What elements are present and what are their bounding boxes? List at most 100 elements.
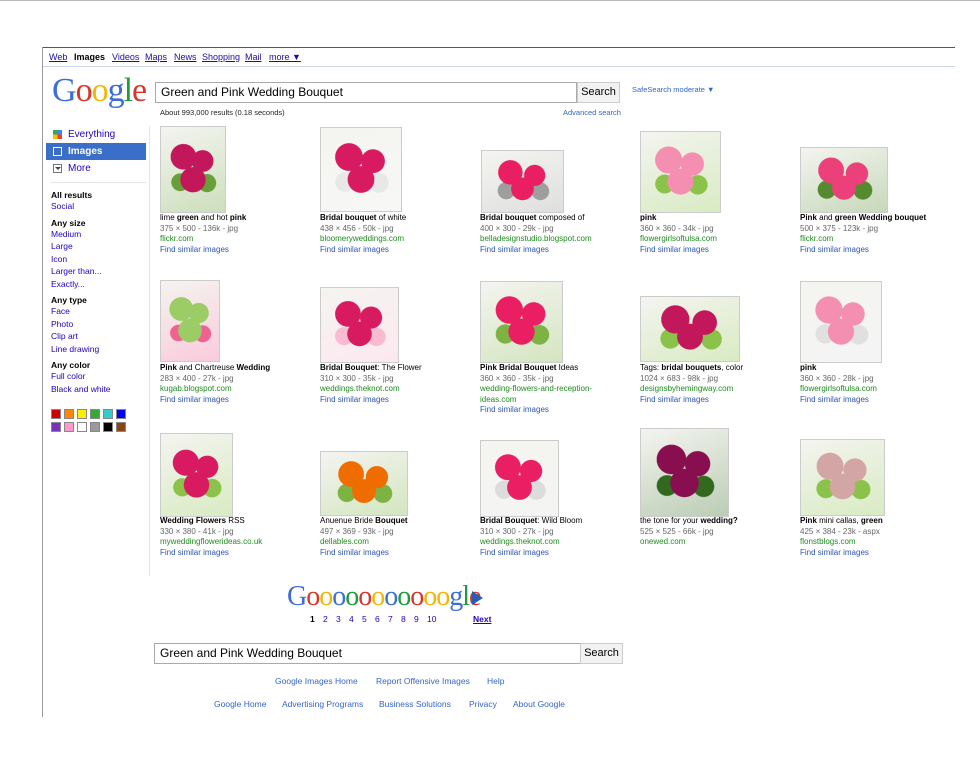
page-link[interactable]: 5	[362, 614, 367, 624]
result-site-continued[interactable]: ideas.com	[480, 395, 630, 406]
result-title[interactable]: Bridal Bouquet: The Flower	[320, 363, 470, 374]
result-thumbnail[interactable]	[320, 287, 399, 363]
color-swatch[interactable]	[90, 422, 100, 432]
result-thumbnail[interactable]	[320, 451, 408, 516]
result-title[interactable]: Bridal bouquet composed of	[480, 213, 630, 224]
search-button[interactable]: Search	[577, 82, 620, 103]
result-title[interactable]: Wedding Flowers RSS	[160, 516, 310, 527]
footer-about[interactable]: About Google	[513, 699, 565, 709]
result-thumbnail[interactable]	[481, 150, 564, 213]
result-title[interactable]: Pink mini callas, green	[800, 516, 950, 527]
filter-type-clip-art[interactable]: Clip art	[51, 330, 151, 343]
page-link[interactable]: 7	[388, 614, 393, 624]
color-swatch[interactable]	[103, 409, 113, 419]
filter-size-exactly[interactable]: Exactly...	[51, 278, 151, 291]
result-thumbnail[interactable]	[640, 131, 721, 213]
result-site[interactable]: bloomeryweddings.com	[320, 234, 470, 245]
bottom-search-input[interactable]: Green and Pink Wedding Bouquet	[154, 643, 581, 664]
page-link[interactable]: 8	[401, 614, 406, 624]
find-similar-link[interactable]: Find similar images	[480, 548, 630, 559]
google-logo[interactable]: Google	[52, 74, 147, 108]
color-swatch[interactable]	[77, 422, 87, 432]
color-swatch[interactable]	[116, 422, 126, 432]
result-site[interactable]: belladesignstudio.blogspot.com	[480, 234, 630, 245]
result-thumbnail[interactable]	[480, 440, 559, 517]
result-title[interactable]: Pink and Chartreuse Wedding	[160, 363, 310, 374]
page-link[interactable]: 10	[427, 614, 436, 624]
find-similar-link[interactable]: Find similar images	[800, 395, 950, 406]
footer-google-home[interactable]: Google Home	[214, 699, 266, 709]
result-site[interactable]: weddings.theknot.com	[320, 384, 470, 395]
result-site[interactable]: flowergirlsoftulsa.com	[640, 234, 790, 245]
result-thumbnail[interactable]	[640, 428, 729, 517]
find-similar-link[interactable]: Find similar images	[480, 245, 630, 256]
nav-maps[interactable]: Maps	[145, 52, 167, 62]
result-thumbnail[interactable]	[320, 127, 402, 212]
nav-mail[interactable]: Mail	[245, 52, 262, 62]
filter-type-photo[interactable]: Photo	[51, 318, 151, 331]
footer-help[interactable]: Help	[487, 676, 504, 686]
result-title[interactable]: the tone for your wedding?	[640, 516, 790, 527]
result-thumbnail[interactable]	[160, 433, 233, 517]
filter-color-bw[interactable]: Black and white	[51, 383, 151, 396]
nav-shopping[interactable]: Shopping	[202, 52, 240, 62]
next-page-link[interactable]: Next	[473, 614, 491, 624]
result-thumbnail[interactable]	[800, 147, 888, 213]
result-title[interactable]: Bridal bouquet of white	[320, 213, 470, 224]
result-site[interactable]: wedding-flowers-and-reception-	[480, 384, 630, 395]
find-similar-link[interactable]: Find similar images	[640, 395, 790, 406]
color-swatch[interactable]	[51, 422, 61, 432]
result-thumbnail[interactable]	[640, 296, 740, 362]
sidebar-item-more[interactable]: More	[46, 160, 146, 177]
advanced-search-link[interactable]: Advanced search	[563, 108, 621, 117]
nav-web[interactable]: Web	[49, 52, 67, 62]
result-thumbnail[interactable]	[800, 439, 885, 516]
result-title[interactable]: pink	[800, 363, 950, 374]
page-link[interactable]: 2	[323, 614, 328, 624]
find-similar-link[interactable]: Find similar images	[800, 548, 950, 559]
result-title[interactable]: Pink and green Wedding bouquet	[800, 213, 950, 224]
page-link[interactable]: 3	[336, 614, 341, 624]
footer-advertising[interactable]: Advertising Programs	[282, 699, 363, 709]
color-swatch[interactable]	[64, 409, 74, 419]
filter-color-full[interactable]: Full color	[51, 370, 151, 383]
safesearch-dropdown[interactable]: SafeSearch moderate ▼	[632, 85, 714, 94]
result-thumbnail[interactable]	[160, 280, 220, 362]
find-similar-link[interactable]: Find similar images	[160, 548, 310, 559]
result-site[interactable]: onewed.com	[640, 537, 790, 548]
color-swatch[interactable]	[64, 422, 74, 432]
page-link[interactable]: 6	[375, 614, 380, 624]
filter-type-line-drawing[interactable]: Line drawing	[51, 343, 151, 356]
result-title[interactable]: pink	[640, 213, 790, 224]
result-site[interactable]: flickr.com	[800, 234, 950, 245]
result-title[interactable]: lime green and hot pink	[160, 213, 310, 224]
color-swatch[interactable]	[51, 409, 61, 419]
filter-type-face[interactable]: Face	[51, 305, 151, 318]
filter-heading-any-type[interactable]: Any type	[51, 295, 151, 305]
filter-heading-any-size[interactable]: Any size	[51, 218, 151, 228]
result-site[interactable]: designsbyhemingway.com	[640, 384, 790, 395]
sidebar-item-everything[interactable]: Everything	[46, 126, 146, 143]
color-swatch[interactable]	[77, 409, 87, 419]
find-similar-link[interactable]: Find similar images	[480, 405, 630, 416]
result-title[interactable]: Pink Bridal Bouquet Ideas	[480, 363, 630, 374]
bottom-search-button[interactable]: Search	[580, 643, 623, 664]
result-title[interactable]: Anuenue Bride Bouquet	[320, 516, 470, 527]
find-similar-link[interactable]: Find similar images	[320, 548, 470, 559]
nav-images[interactable]: Images	[74, 52, 105, 62]
find-similar-link[interactable]: Find similar images	[160, 395, 310, 406]
color-swatch[interactable]	[116, 409, 126, 419]
nav-videos[interactable]: Videos	[112, 52, 139, 62]
result-title[interactable]: Tags: bridal bouquets, color	[640, 363, 790, 374]
result-site[interactable]: dellables.com	[320, 537, 470, 548]
search-input[interactable]: Green and Pink Wedding Bouquet	[155, 82, 577, 103]
footer-google-images-home[interactable]: Google Images Home	[275, 676, 358, 686]
result-thumbnail[interactable]	[480, 281, 563, 363]
filter-heading-any-color[interactable]: Any color	[51, 360, 151, 370]
result-thumbnail[interactable]	[160, 126, 226, 213]
footer-privacy[interactable]: Privacy	[469, 699, 497, 709]
filter-heading-all-results[interactable]: All results	[51, 190, 151, 200]
find-similar-link[interactable]: Find similar images	[320, 395, 470, 406]
filter-size-icon[interactable]: Icon	[51, 253, 151, 266]
filter-size-larger-than[interactable]: Larger than...	[51, 265, 151, 278]
